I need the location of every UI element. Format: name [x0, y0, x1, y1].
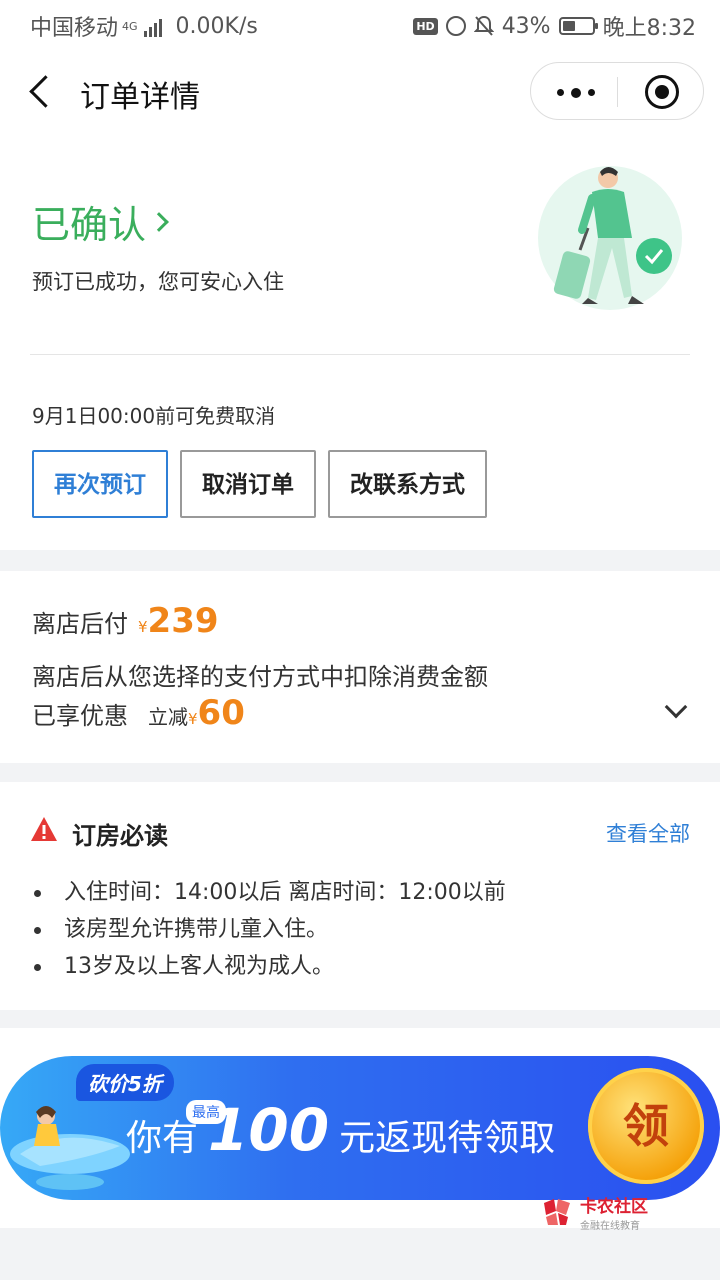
discount-prefix: 立减: [148, 705, 188, 729]
watermark-logo: [544, 1199, 570, 1225]
status-bar-right: HD 43% 晚上8:32: [413, 10, 696, 42]
warning-icon: [31, 817, 57, 841]
free-cancel-note: 9月1日00:00前可免费取消: [32, 404, 276, 428]
notice-list: 入住时间：14:00以后 离店时间：12:00以前 该房型允许携带儿童入住。 1…: [32, 874, 506, 985]
order-status-link[interactable]: 已确认: [32, 194, 169, 249]
change-contact-button[interactable]: 改联系方式: [328, 450, 487, 518]
discount-label: 已享优惠: [32, 702, 128, 730]
battery-icon: [558, 17, 598, 35]
order-actions: 再次预订 取消订单 改联系方式: [32, 450, 487, 518]
booking-notice-card: 订房必读 查看全部 入住时间：14:00以后 离店时间：12:00以前 该房型允…: [0, 782, 720, 1010]
cancel-order-button[interactable]: 取消订单: [180, 450, 316, 518]
mute-bell-icon: [473, 15, 494, 36]
rebook-button[interactable]: 再次预订: [32, 450, 168, 518]
cashback-amount: 100: [208, 1096, 330, 1164]
payment-description: 离店后从您选择的支付方式中扣除消费金额: [32, 663, 488, 691]
more-dots-icon[interactable]: [557, 87, 595, 98]
chevron-down-icon[interactable]: [664, 695, 688, 719]
list-item: 该房型允许携带儿童入住。: [32, 911, 506, 948]
chevron-right-icon: [149, 211, 169, 232]
status-bar-left: 中国移动 4G 0.00K/s: [30, 10, 258, 42]
traveler-illustration: [538, 166, 682, 310]
payment-card[interactable]: 离店后付 ¥ 239 离店后从您选择的支付方式中扣除消费金额 已享优惠 立减 ¥…: [0, 571, 720, 763]
list-item: 13岁及以上客人视为成人。: [32, 948, 506, 985]
promo-card: 砍价5折 你有 100 元返现待领取 最高 领 卡农社区 金融在线教育: [0, 1028, 720, 1232]
payment-amount: 239: [147, 601, 219, 641]
page-title: 订单详情: [80, 80, 200, 115]
discount-currency: ¥: [188, 710, 198, 728]
close-target-icon[interactable]: [645, 75, 679, 109]
watermark-text: 卡农社区 金融在线教育: [580, 1192, 648, 1232]
clock: 晚上8:32: [602, 16, 696, 41]
watermark-main: 卡农社区: [580, 1197, 648, 1217]
watermark: 卡农社区 金融在线教育: [540, 1192, 648, 1232]
page: 中国移动 4G 0.00K/s HD 43% 晚上8:32 订单详情 已确认 预…: [0, 0, 720, 1280]
cashback-suffix: 元返现待领取: [339, 1118, 556, 1159]
order-status-subtitle: 预订已成功，您可安心入住: [32, 270, 284, 294]
discount-line: 已享优惠 立减 ¥ 60: [32, 693, 245, 733]
view-all-link[interactable]: 查看全部: [606, 818, 690, 848]
order-status-title: 已确认: [32, 203, 147, 247]
currency-symbol: ¥: [138, 618, 148, 636]
battery-percent: 43%: [501, 13, 551, 39]
max-badge: 最高: [186, 1100, 226, 1124]
notice-title: 订房必读: [72, 822, 168, 850]
mini-program-capsule: [530, 62, 704, 120]
status-bar: 中国移动 4G 0.00K/s HD 43% 晚上8:32: [0, 0, 720, 48]
nav-bar: 订单详情: [0, 48, 720, 138]
signal-icon: [143, 15, 162, 37]
discount-amount: 60: [197, 693, 245, 733]
payment-label: 离店后付: [32, 610, 128, 638]
hd-icon: HD: [413, 17, 438, 35]
alarm-icon: [445, 16, 466, 36]
order-status-card: 已确认 预订已成功，您可安心入住 9月1日00:00前可免费取消 再次预订 取消…: [0, 138, 720, 550]
back-arrow-icon[interactable]: [26, 74, 56, 110]
payment-line: 离店后付 ¥ 239: [32, 601, 219, 641]
network-label: 4G: [122, 19, 138, 33]
watermark-sub: 金融在线教育: [580, 1221, 640, 1232]
claim-button[interactable]: 领: [588, 1068, 704, 1184]
list-item: 入住时间：14:00以后 离店时间：12:00以前: [32, 874, 506, 911]
capsule-divider: [617, 77, 618, 107]
cashback-banner[interactable]: 砍价5折 你有 100 元返现待领取 最高 领: [0, 1056, 720, 1200]
carrier-label: 中国移动: [30, 16, 119, 41]
net-speed: 0.00K/s: [175, 13, 258, 39]
divider: [30, 354, 690, 355]
